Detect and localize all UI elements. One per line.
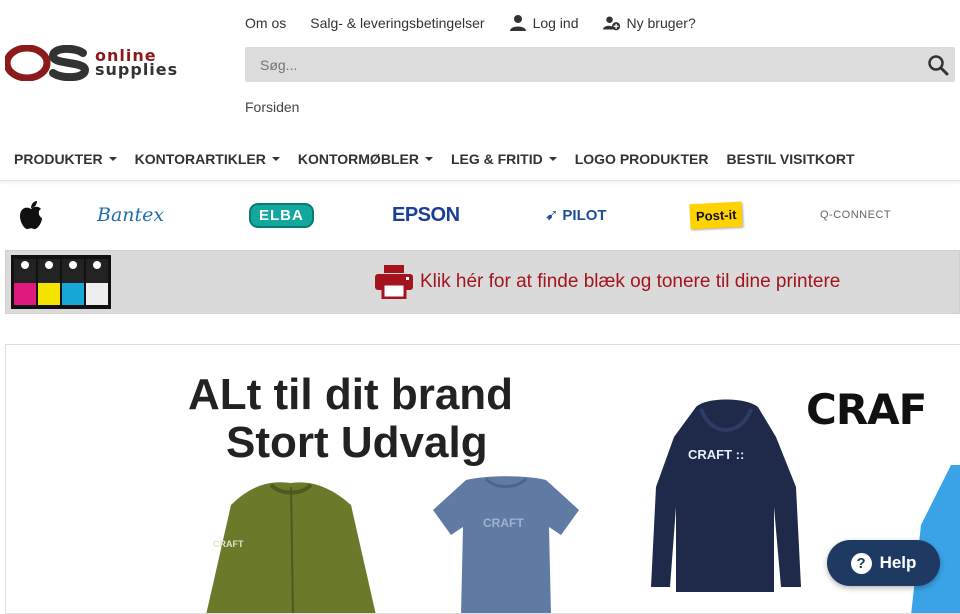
brand-qconnect-label: Q-CONNECT (820, 209, 892, 221)
caret-down-icon (424, 156, 433, 161)
hero-headline: ALt til dit brand Stort Udvalg (188, 371, 513, 467)
brand-bantex[interactable]: Bantex (97, 192, 164, 238)
brand-qconnect[interactable]: Q-CONNECT (820, 192, 891, 238)
caret-down-icon (548, 156, 557, 161)
add-user-icon (602, 16, 620, 31)
brand-apple[interactable] (18, 192, 44, 238)
nav-item-produkter[interactable]: PRODUKTER (14, 151, 117, 167)
brand-elba[interactable]: ELBA (249, 192, 314, 238)
search-input[interactable] (245, 56, 921, 73)
main-nav: PRODUKTER KONTORARTIKLER KONTORMØBLER LE… (0, 137, 960, 181)
brand-postit[interactable]: Post-it (689, 192, 744, 238)
brand-bantex-label: Bantex (97, 204, 165, 226)
search-bar (245, 47, 955, 82)
top-links: Om os Salg- & leveringsbetingelser Log i… (245, 14, 696, 32)
user-icon (509, 15, 526, 31)
os-logo-mark (5, 45, 90, 81)
blue-tshirt-image: CRAFT (433, 476, 579, 613)
svg-text:CRAFT ::: CRAFT :: (688, 447, 744, 462)
caret-down-icon (271, 156, 280, 161)
nav-label: BESTIL VISITKORT (726, 150, 855, 167)
logo-text-supplies: supplies (95, 60, 179, 79)
login-link[interactable]: Log ind (509, 14, 579, 32)
nav-item-kontormobler[interactable]: KONTORMØBLER (298, 151, 433, 167)
nav-label: LOGO PRODUKTER (574, 150, 709, 167)
about-link[interactable]: Om os (245, 14, 286, 32)
ink-banner-message: Klik hér for at finde blæk og tonere til… (374, 265, 840, 299)
brand-epson-label: EPSON (392, 203, 460, 226)
nav-item-bestil-visitkort[interactable]: BESTIL VISITKORT (727, 151, 855, 167)
hero-brand-logo: CRAF (806, 385, 927, 434)
help-label: Help (879, 553, 917, 572)
ink-banner-text: Klik hér for at finde blæk og tonere til… (420, 271, 841, 292)
nav-label: LEG & FRITID (450, 150, 543, 167)
brand-elba-label: ELBA (249, 202, 314, 228)
nav-item-leg-fritid[interactable]: LEG & FRITID (451, 151, 557, 167)
brand-postit-label: Post-it (689, 201, 744, 229)
search-icon[interactable] (921, 48, 955, 82)
site-logo[interactable]: online supplies (5, 45, 178, 81)
nav-item-logo-produkter[interactable]: LOGO PRODUKTER (575, 151, 709, 167)
hero-headline-line2: Stort Udvalg (226, 418, 488, 467)
tshirt-print: CRAFT (483, 516, 524, 530)
printer-icon (375, 265, 413, 299)
green-jacket-image: CRAFT (206, 482, 376, 613)
login-label: Log ind (532, 15, 579, 31)
breadcrumb: Forsiden (245, 99, 299, 115)
pilot-icon: ➹ (545, 207, 559, 224)
nav-label: PRODUKTER (14, 150, 103, 167)
question-icon: ? (850, 552, 872, 574)
register-link[interactable]: Ny bruger? (602, 14, 696, 32)
hero-headline-line1: ALt til dit brand (188, 370, 514, 419)
register-label: Ny bruger? (626, 15, 696, 31)
brand-epson[interactable]: EPSON (392, 192, 460, 238)
caret-down-icon (108, 156, 117, 161)
nav-label: KONTORARTIKLER (134, 150, 266, 167)
svg-text:CRAFT: CRAFT (213, 539, 244, 549)
brand-pilot-label: PILOT (562, 206, 607, 224)
help-button[interactable]: ? Help (827, 540, 940, 586)
navy-hoodie-image: CRAFT :: (651, 399, 801, 592)
hero-banner[interactable]: ALt til dit brand Stort Udvalg CRAF CRAF… (5, 344, 960, 614)
terms-link[interactable]: Salg- & leveringsbetingelser (310, 14, 484, 32)
breadcrumb-home[interactable]: Forsiden (245, 99, 299, 115)
nav-label: KONTORMØBLER (297, 150, 419, 167)
ink-toner-banner[interactable]: Klik hér for at finde blæk og tonere til… (5, 250, 960, 314)
nav-item-kontorartikler[interactable]: KONTORARTIKLER (135, 151, 280, 167)
ink-cartridges-image (11, 255, 111, 309)
apple-logo-icon (20, 201, 42, 230)
brand-pilot[interactable]: ➹ PILOT (545, 192, 607, 238)
brand-strip: Bantex ELBA EPSON ➹ PILOT Post-it Q-CONN… (0, 192, 960, 238)
